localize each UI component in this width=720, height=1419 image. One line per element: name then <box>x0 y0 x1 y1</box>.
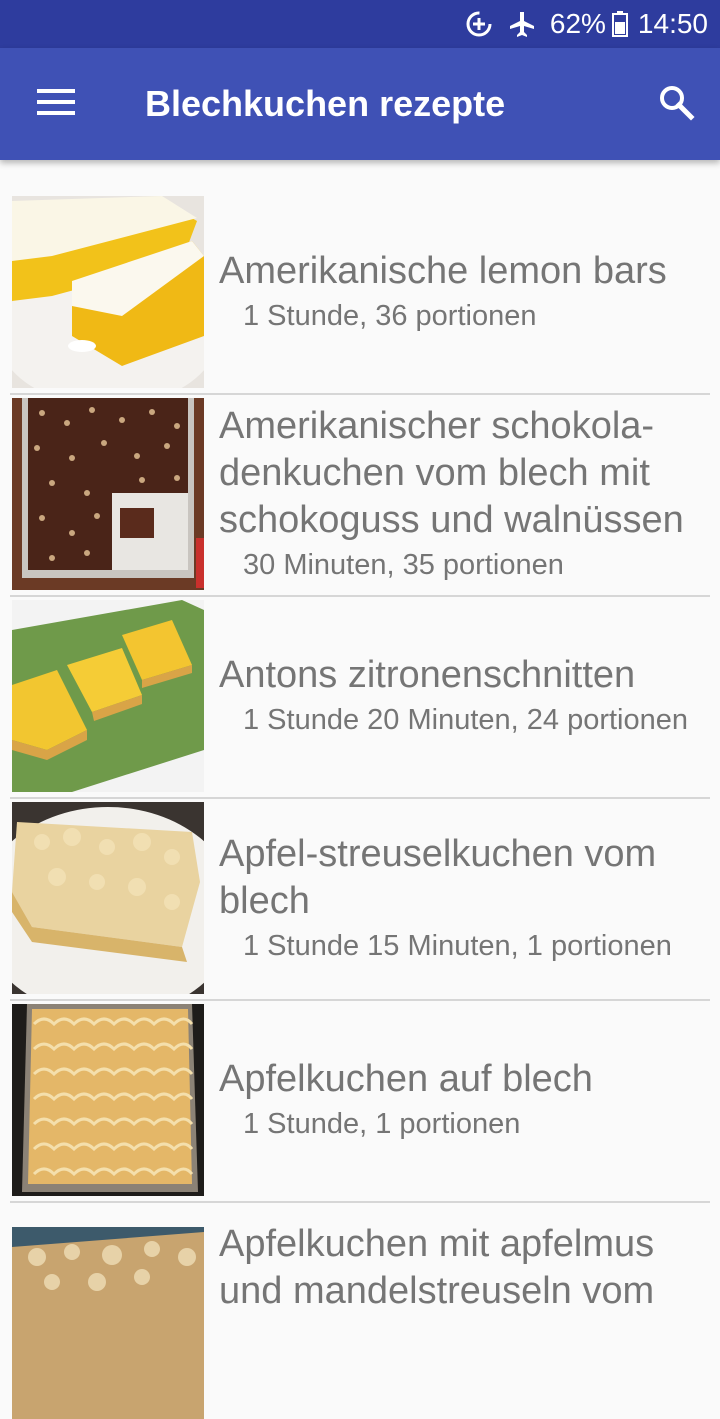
list-item[interactable]: Apfelkuchen mit apfelmus und mandelstreu… <box>0 1203 720 1419</box>
apple-crumble-cake-photo <box>12 802 204 994</box>
apple-almond-crumble-photo <box>12 1227 204 1419</box>
recipe-meta: 1 Stunde, 36 portionen <box>243 300 537 332</box>
apple-sheet-cake-photo <box>12 1004 204 1196</box>
hamburger-menu-icon <box>37 88 75 121</box>
recipe-text: Antons zitronenschnitten 1 Stunde 20 Min… <box>219 597 712 794</box>
data-saver-icon <box>464 9 494 39</box>
app-bar: Blechkuchen rezepte <box>0 48 720 160</box>
list-item[interactable]: Apfelkuchen auf blech 1 Stunde, 1 portio… <box>0 1001 720 1203</box>
recipe-text: Amerikanischer schokola-denkuchen vom bl… <box>219 395 712 592</box>
search-icon <box>657 83 695 126</box>
recipe-text: Amerikanische lemon bars 1 Stunde, 36 po… <box>219 193 712 390</box>
status-bar: 62% 14:50 <box>0 0 720 48</box>
recipe-text: Apfelkuchen auf blech 1 Stunde, 1 portio… <box>219 1001 712 1198</box>
recipe-title: Antons zitronenschnitten <box>219 654 636 696</box>
recipe-meta: 30 Minuten, 35 portionen <box>243 549 564 581</box>
recipe-text: Apfel-streuselkuchen vom blech 1 Stunde … <box>219 799 712 996</box>
recipe-title: Apfelkuchen mit apfelmus und mandelstreu… <box>219 1223 655 1312</box>
recipe-list: Amerikanische lemon bars 1 Stunde, 36 po… <box>0 193 720 1419</box>
airplane-mode-icon <box>508 10 536 38</box>
recipe-text: Apfelkuchen mit apfelmus und mandelstreu… <box>219 1221 712 1418</box>
recipe-meta: 1 Stunde 20 Minuten, 24 portionen <box>243 704 688 736</box>
list-item[interactable]: Amerikanischer schokola-denkuchen vom bl… <box>0 395 720 597</box>
list-item[interactable]: Apfel-streuselkuchen vom blech 1 Stunde … <box>0 799 720 1001</box>
menu-button[interactable] <box>28 76 84 132</box>
search-button[interactable] <box>648 76 704 132</box>
clock: 14:50 <box>637 8 708 39</box>
lemon-slices-photo <box>12 600 204 792</box>
chocolate-sheet-cake-photo <box>12 398 204 590</box>
list-item[interactable]: Amerikanische lemon bars 1 Stunde, 36 po… <box>0 193 720 395</box>
recipe-meta: 1 Stunde, 1 portionen <box>243 1108 521 1140</box>
recipe-title: Apfelkuchen auf blech <box>219 1058 593 1100</box>
recipe-title: Apfel-streuselkuchen vom blech <box>219 832 657 922</box>
lemon-bars-photo <box>12 196 204 388</box>
list-item[interactable]: Antons zitronenschnitten 1 Stunde 20 Min… <box>0 597 720 799</box>
recipe-title: Amerikanische lemon bars <box>219 250 667 292</box>
page-title: Blechkuchen rezepte <box>145 83 506 124</box>
battery-percent: 62% <box>549 8 606 39</box>
battery-icon <box>611 11 628 37</box>
recipe-title: Amerikanischer schokola-denkuchen vom bl… <box>219 405 684 541</box>
recipe-meta: 1 Stunde 15 Minuten, 1 portionen <box>243 929 672 962</box>
